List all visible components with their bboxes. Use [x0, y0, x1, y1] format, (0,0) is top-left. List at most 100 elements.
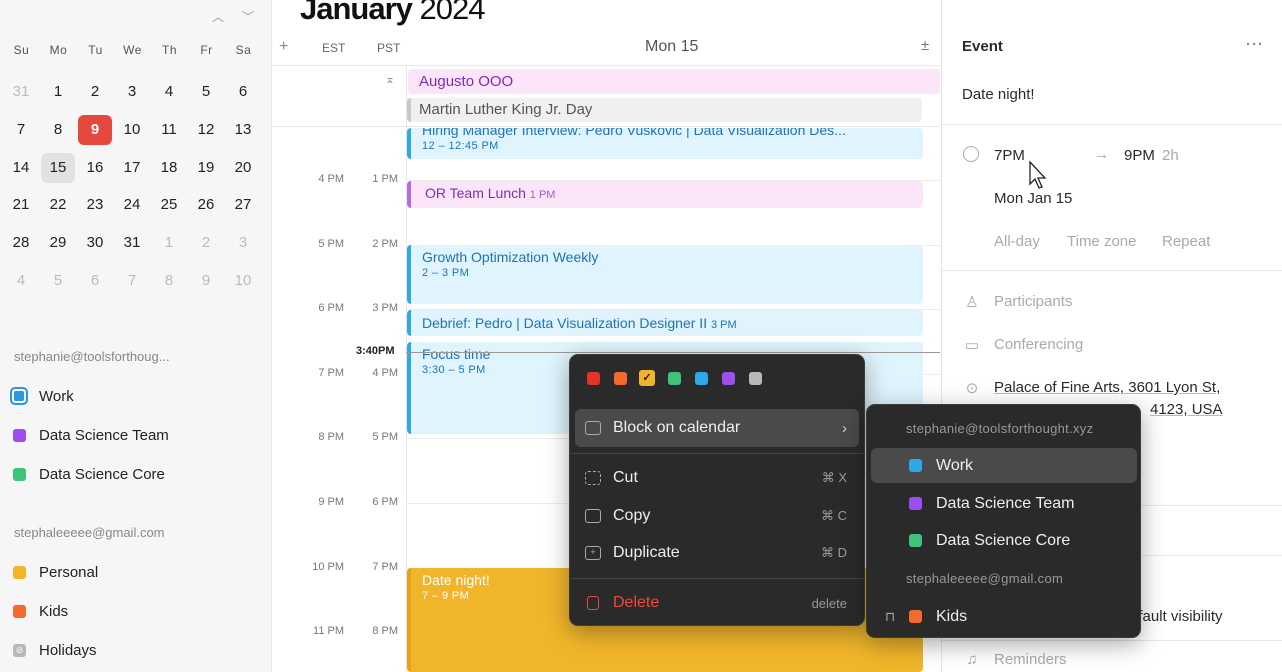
mini-calendar-day[interactable]: 3	[115, 77, 149, 107]
mini-calendar-day[interactable]: 21	[4, 190, 38, 220]
color-swatch[interactable]	[722, 372, 735, 385]
mini-calendar-day[interactable]: 23	[78, 190, 112, 220]
submenu-item-data-science-team[interactable]: Data Science Team	[871, 486, 1137, 521]
mini-calendar-day[interactable]: 27	[226, 190, 260, 220]
chevron-down-icon[interactable]: ﹀	[242, 8, 254, 25]
calendar-item[interactable]: Work	[10, 384, 74, 408]
mini-calendar-day[interactable]: 6	[226, 77, 260, 107]
mini-calendar-day[interactable]: 7	[4, 115, 38, 145]
location-pin-icon: ⊙	[965, 380, 979, 397]
mini-calendar-day[interactable]: 1	[152, 228, 186, 258]
mini-calendar-day[interactable]: 26	[189, 190, 223, 220]
expand-button[interactable]: ±	[921, 37, 929, 54]
calendar-item[interactable]: ⊘ Holidays	[10, 638, 97, 662]
mini-calendar-day[interactable]: 22	[41, 190, 75, 220]
mini-calendar-day[interactable]: 16	[78, 153, 112, 183]
mini-calendar-day[interactable]: 8	[41, 115, 75, 145]
event-growth[interactable]: Growth Optimization Weekly 2 – 3 PM	[407, 245, 923, 304]
block-on-calendar-item[interactable]: Block on calendar ›	[575, 409, 859, 447]
mini-calendar-day[interactable]: 17	[115, 153, 149, 183]
mini-calendar-day[interactable]: 9	[78, 115, 112, 145]
visibility-field[interactable]: efault visibility	[1130, 608, 1223, 625]
conferencing-field[interactable]: Conferencing	[994, 336, 1083, 353]
cut-item[interactable]: Cut ⌘ X	[575, 459, 859, 497]
calendar-item[interactable]: Data Science Core	[10, 462, 165, 486]
mini-calendar-day[interactable]: 4	[4, 266, 38, 296]
mini-calendar-day[interactable]: 15	[41, 153, 75, 183]
time-zone-button[interactable]: Time zone	[1067, 233, 1136, 250]
mini-calendar-day[interactable]: 9	[189, 266, 223, 296]
mini-calendar-day[interactable]: 31	[115, 228, 149, 258]
mini-calendar-day[interactable]: 13	[226, 115, 260, 145]
event-date[interactable]: Mon Jan 15	[994, 190, 1072, 207]
color-swatch[interactable]	[749, 372, 762, 385]
video-icon: ▭	[964, 337, 980, 354]
mini-calendar-day[interactable]: 12	[189, 115, 223, 145]
mini-calendar-day[interactable]: 6	[78, 266, 112, 296]
calendar-item[interactable]: Personal	[10, 560, 98, 584]
mini-calendar-day[interactable]: 14	[4, 153, 38, 183]
allday-event[interactable]: Augusto OOO	[408, 69, 940, 94]
color-swatch[interactable]	[614, 372, 627, 385]
repeat-button[interactable]: Repeat	[1162, 233, 1210, 250]
mini-calendar-day[interactable]: 20	[226, 153, 260, 183]
trash-icon	[587, 596, 599, 610]
mini-calendar-day[interactable]: 3	[226, 228, 260, 258]
divider	[942, 270, 1282, 271]
hour-label-est: 11 PM	[313, 625, 344, 637]
color-swatch[interactable]	[668, 372, 681, 385]
submenu-item-kids[interactable]: ⊓ Kids	[871, 599, 1137, 634]
mini-calendar-day[interactable]: 2	[189, 228, 223, 258]
hour-label-pst: 6 PM	[372, 496, 398, 508]
mini-calendar-day[interactable]: 10	[226, 266, 260, 296]
more-options-button[interactable]: ···	[1246, 36, 1264, 53]
mini-calendar-day[interactable]: 10	[115, 115, 149, 145]
chevron-up-icon[interactable]: ︿	[212, 8, 224, 25]
timezone-pst: PST	[377, 41, 401, 55]
divider	[1142, 505, 1282, 506]
event-hiring[interactable]: Hiring Manager Interview: Pedro Vuskovic…	[407, 128, 923, 159]
weekday-label: Mo	[49, 43, 68, 57]
mini-calendar-day[interactable]: 5	[189, 77, 223, 107]
allday-event[interactable]: Martin Luther King Jr. Day	[407, 98, 922, 122]
all-day-toggle[interactable]: All-day	[994, 233, 1040, 250]
add-timezone-button[interactable]: +	[279, 38, 288, 56]
calendar-item[interactable]: Data Science Team	[10, 423, 169, 447]
mini-calendar-day[interactable]: 1	[41, 77, 75, 107]
copy-item[interactable]: Copy ⌘ C	[575, 497, 859, 535]
current-time-label: 3:40PM	[356, 345, 395, 357]
mini-calendar-day[interactable]: 5	[41, 266, 75, 296]
mini-calendar-day[interactable]: 25	[152, 190, 186, 220]
mini-calendar-day[interactable]: 29	[41, 228, 75, 258]
duplicate-item[interactable]: + Duplicate ⌘ D	[575, 534, 859, 572]
mini-calendar-day[interactable]: 28	[4, 228, 38, 258]
color-swatch[interactable]	[695, 372, 708, 385]
event-lunch[interactable]: OR Team Lunch 1 PM	[407, 181, 923, 208]
color-swatch[interactable]	[587, 372, 600, 385]
copy-icon	[585, 509, 601, 523]
location-line-1[interactable]: Palace of Fine Arts, 3601 Lyon St,	[994, 379, 1220, 396]
submenu-item-work[interactable]: Work	[871, 448, 1137, 483]
mini-calendar-day[interactable]: 8	[152, 266, 186, 296]
mini-calendar-day[interactable]: 4	[152, 77, 186, 107]
reminders-field[interactable]: Reminders	[994, 651, 1067, 668]
mini-calendar-day[interactable]: 19	[189, 153, 223, 183]
mini-calendar-day[interactable]: 2	[78, 77, 112, 107]
mini-calendar-day[interactable]: 30	[78, 228, 112, 258]
end-time[interactable]: 9PM	[1124, 147, 1155, 164]
collapse-allday-icon[interactable]: ⌅	[385, 72, 395, 86]
mini-calendar-day[interactable]: 18	[152, 153, 186, 183]
calendar-item[interactable]: Kids	[10, 599, 68, 623]
mini-calendar-day[interactable]: 7	[115, 266, 149, 296]
participants-field[interactable]: Participants	[994, 293, 1072, 310]
submenu-item-data-science-core[interactable]: Data Science Core	[871, 523, 1137, 558]
mini-calendar-day[interactable]: 11	[152, 115, 186, 145]
delete-item[interactable]: Delete delete	[575, 584, 859, 622]
event-debrief[interactable]: Debrief: Pedro | Data Visualization Desi…	[407, 310, 923, 336]
start-time[interactable]: 7PM	[994, 147, 1025, 164]
event-title-field[interactable]: Date night!	[962, 86, 1035, 103]
location-line-2[interactable]: 4123, USA	[1150, 401, 1223, 418]
color-swatch[interactable]: ✓	[639, 370, 655, 386]
mini-calendar-day[interactable]: 31	[4, 77, 38, 107]
mini-calendar-day[interactable]: 24	[115, 190, 149, 220]
